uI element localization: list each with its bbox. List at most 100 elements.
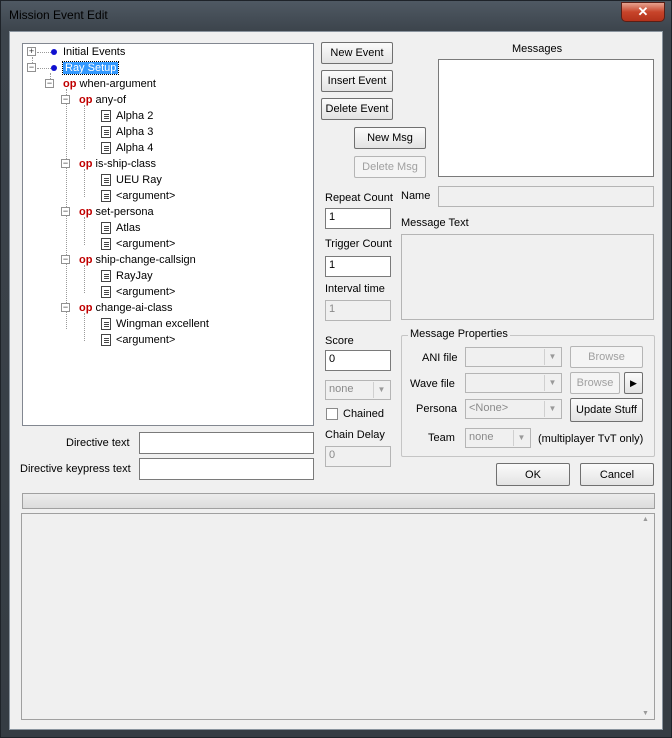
- wave-file-combo[interactable]: ▼: [465, 373, 562, 393]
- tree-item-ueu-ray[interactable]: UEU Ray: [101, 173, 162, 189]
- tree-item-label: Atlas: [116, 222, 141, 234]
- team-combo[interactable]: none ▼: [465, 428, 531, 448]
- message-text-label: Message Text: [401, 217, 469, 229]
- trigger-count-label: Trigger Count: [325, 238, 392, 250]
- delete-event-button[interactable]: Delete Event: [321, 98, 393, 120]
- chain-delay-label: Chain Delay: [325, 429, 385, 441]
- collapse-icon[interactable]: −: [61, 255, 70, 264]
- collapse-icon[interactable]: −: [61, 95, 70, 104]
- operator-icon: op: [79, 94, 93, 106]
- tree-connector: [84, 217, 85, 245]
- chained-checkbox[interactable]: [326, 408, 338, 420]
- interval-time-label: Interval time: [325, 283, 385, 295]
- tree-item-label: Initial Events: [63, 46, 126, 58]
- repeat-count-input[interactable]: 1: [325, 208, 391, 229]
- tree-item-argument[interactable]: <argument>: [101, 237, 175, 253]
- delete-msg-button[interactable]: Delete Msg: [354, 156, 426, 178]
- close-button[interactable]: ✕: [621, 2, 665, 22]
- document-icon: [101, 270, 111, 283]
- cancel-button[interactable]: Cancel: [580, 463, 654, 486]
- chevron-down-icon: ▼: [544, 375, 560, 391]
- title-bar[interactable]: Mission Event Edit ✕: [1, 1, 671, 29]
- browse-wave-button[interactable]: Browse: [570, 372, 620, 394]
- tree-item-rayjay[interactable]: RayJay: [101, 269, 153, 285]
- tree-item-label: Alpha 3: [116, 126, 154, 138]
- messages-label: Messages: [512, 43, 563, 55]
- operator-icon: op: [79, 206, 93, 218]
- chained-combo[interactable]: none ▼: [325, 380, 391, 400]
- event-dot-icon: [51, 49, 57, 56]
- messages-list[interactable]: [438, 59, 654, 177]
- document-icon: [101, 190, 111, 203]
- document-icon: [101, 126, 111, 139]
- persona-combo[interactable]: <None> ▼: [465, 399, 562, 419]
- status-bar: [22, 493, 655, 509]
- new-msg-button[interactable]: New Msg: [354, 127, 426, 149]
- ani-file-combo[interactable]: ▼: [465, 347, 562, 367]
- team-combo-value: none: [469, 431, 494, 443]
- name-input[interactable]: [438, 186, 654, 207]
- tree-item-label: <argument>: [116, 238, 176, 250]
- help-text-area[interactable]: ▲ ▼: [21, 513, 655, 720]
- collapse-icon[interactable]: −: [61, 303, 70, 312]
- tree-item-atlas[interactable]: Atlas: [101, 221, 140, 237]
- scroll-down-icon[interactable]: ▼: [642, 710, 649, 717]
- tree-item-alpha-4[interactable]: Alpha 4: [101, 141, 153, 157]
- score-input[interactable]: 0: [325, 350, 391, 371]
- vertical-scrollbar[interactable]: ▲ ▼: [640, 514, 654, 719]
- directive-text-input[interactable]: [139, 432, 314, 454]
- tree-item-alpha-3[interactable]: Alpha 3: [101, 125, 153, 141]
- tree-item-alpha-2[interactable]: Alpha 2: [101, 109, 153, 125]
- operator-icon: op: [79, 158, 93, 170]
- tree-connector: [37, 68, 51, 69]
- new-event-button[interactable]: New Event: [321, 42, 393, 64]
- browse-ani-button[interactable]: Browse: [570, 346, 643, 368]
- expand-icon[interactable]: +: [27, 47, 36, 56]
- trigger-count-input[interactable]: 1: [325, 256, 391, 277]
- tree-item-label: Wingman excellent: [116, 318, 209, 330]
- operator-icon: op: [79, 254, 93, 266]
- insert-event-button[interactable]: Insert Event: [321, 70, 393, 92]
- collapse-icon[interactable]: −: [61, 207, 70, 216]
- tree-item-label: when-argument: [79, 78, 156, 90]
- event-tree[interactable]: + Initial Events − Ray Setup − op when-a…: [22, 43, 314, 426]
- tree-item-label: RayJay: [116, 270, 153, 282]
- wave-file-label: Wave file: [410, 378, 455, 390]
- window-title: Mission Event Edit: [9, 8, 108, 22]
- score-label: Score: [325, 335, 354, 347]
- update-stuff-button[interactable]: Update Stuff: [570, 398, 643, 422]
- ani-file-label: ANI file: [422, 352, 458, 364]
- collapse-icon[interactable]: −: [45, 79, 54, 88]
- collapse-icon[interactable]: −: [27, 63, 36, 72]
- message-properties-group: Message Properties ANI file ▼ Browse Wav…: [401, 328, 655, 457]
- close-icon: ✕: [637, 4, 649, 19]
- collapse-icon[interactable]: −: [61, 159, 70, 168]
- dialog-client-area: + Initial Events − Ray Setup − op when-a…: [9, 31, 663, 730]
- tree-item-label: any-of: [95, 94, 127, 106]
- tree-item-wingman-excellent[interactable]: Wingman excellent: [101, 317, 209, 333]
- persona-label: Persona: [416, 403, 457, 415]
- play-button[interactable]: ▶: [624, 372, 643, 394]
- ok-button[interactable]: OK: [496, 463, 570, 486]
- scroll-up-icon[interactable]: ▲: [642, 516, 649, 523]
- directive-keypress-input[interactable]: [139, 458, 314, 480]
- tree-item-label: is-ship-class: [95, 158, 157, 170]
- document-icon: [101, 222, 111, 235]
- document-icon: [101, 238, 111, 251]
- chained-label: Chained: [343, 408, 384, 420]
- document-icon: [101, 334, 111, 347]
- operator-icon: op: [79, 302, 93, 314]
- team-label: Team: [428, 432, 455, 444]
- tree-item-argument[interactable]: <argument>: [101, 189, 175, 205]
- tree-item-argument[interactable]: <argument>: [101, 333, 175, 349]
- chain-delay-input[interactable]: 0: [325, 446, 391, 467]
- message-text-area[interactable]: [401, 234, 654, 320]
- tree-item-label: Ray Setup: [61, 61, 120, 75]
- interval-time-input[interactable]: 1: [325, 300, 391, 321]
- tree-item-label: ship-change-callsign: [95, 254, 196, 266]
- document-icon: [101, 142, 111, 155]
- tree-item-argument[interactable]: <argument>: [101, 285, 175, 301]
- event-dot-icon: [51, 65, 57, 72]
- tree-item-label: Alpha 2: [116, 110, 154, 122]
- play-icon: ▶: [630, 378, 637, 388]
